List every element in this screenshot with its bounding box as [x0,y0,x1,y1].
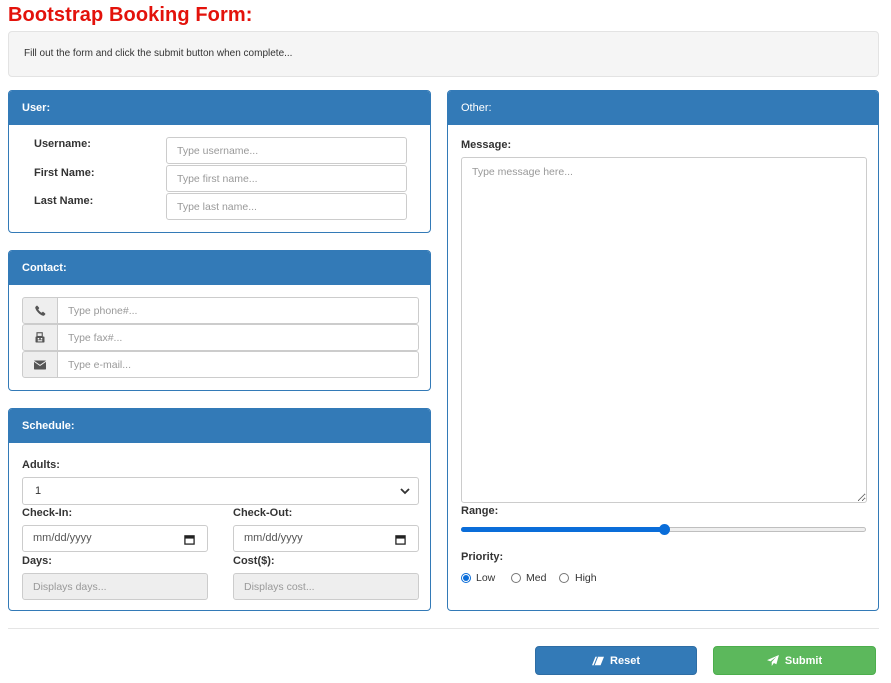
adults-selected-value: 1 [35,485,42,497]
calendar-icon[interactable] [184,534,195,545]
fax-input-group [22,324,419,351]
phone-input[interactable] [57,297,419,324]
fax-icon [22,324,58,351]
user-panel-heading: User: [9,91,430,125]
priority-high-radio[interactable] [559,573,569,583]
priority-med-label[interactable]: Med [526,572,546,584]
checkout-date-input[interactable]: mm/dd/yyyy [233,525,419,552]
divider [8,628,879,629]
firstname-input[interactable] [166,165,407,192]
message-label: Message: [461,139,512,151]
eraser-icon [592,656,605,665]
range-slider-thumb[interactable] [659,524,670,535]
adults-select[interactable]: 1 [22,477,419,505]
username-input[interactable] [166,137,407,164]
email-input-group [22,351,419,378]
cost-label: Cost($): [233,555,275,567]
lastname-label: Last Name: [34,195,94,207]
days-output [22,573,208,600]
contact-panel-heading: Contact: [9,251,430,285]
submit-button[interactable]: Submit [713,646,876,675]
calendar-icon[interactable] [395,534,406,545]
checkin-value: mm/dd/yyyy [33,532,92,544]
phone-input-group [22,297,419,324]
page-title: Bootstrap Booking Form: [8,4,253,26]
send-icon [766,655,779,666]
email-input[interactable] [57,351,419,378]
priority-label: Priority: [461,551,504,563]
other-panel-heading: Other: [448,91,878,125]
instructions-well: Fill out the form and click the submit b… [8,31,879,77]
priority-low-radio[interactable] [461,573,471,583]
other-panel: Other: Message: Range: Priority: Low Med… [447,90,879,611]
message-textarea[interactable] [461,157,867,503]
priority-low-label[interactable]: Low [476,572,495,584]
checkin-date-input[interactable]: mm/dd/yyyy [22,525,208,552]
envelope-icon [22,351,58,378]
cost-output [233,573,419,600]
reset-button[interactable]: Reset [535,646,697,675]
schedule-panel-heading: Schedule: [9,409,430,443]
priority-med-radio[interactable] [511,573,521,583]
instructions-text: Fill out the form and click the submit b… [24,48,293,59]
username-label: Username: [34,138,91,150]
firstname-label: First Name: [34,167,95,179]
range-label: Range: [461,505,499,517]
schedule-panel: Schedule: Adults: 1 Check-In: mm/dd/yyyy… [8,408,431,611]
user-panel: User: Username: First Name: Last Name: [8,90,431,233]
lastname-input[interactable] [166,193,407,220]
adults-label: Adults: [22,459,60,471]
fax-input[interactable] [57,324,419,351]
contact-panel: Contact: [8,250,431,391]
checkin-label: Check-In: [22,507,73,519]
range-slider-fill [461,527,664,532]
phone-icon [22,297,58,324]
reset-button-label: Reset [610,654,640,667]
checkout-label: Check-Out: [233,507,293,519]
submit-button-label: Submit [784,654,823,667]
checkout-value: mm/dd/yyyy [244,532,303,544]
priority-high-label[interactable]: High [575,572,597,584]
chevron-down-icon [400,488,410,495]
days-label: Days: [22,555,52,567]
